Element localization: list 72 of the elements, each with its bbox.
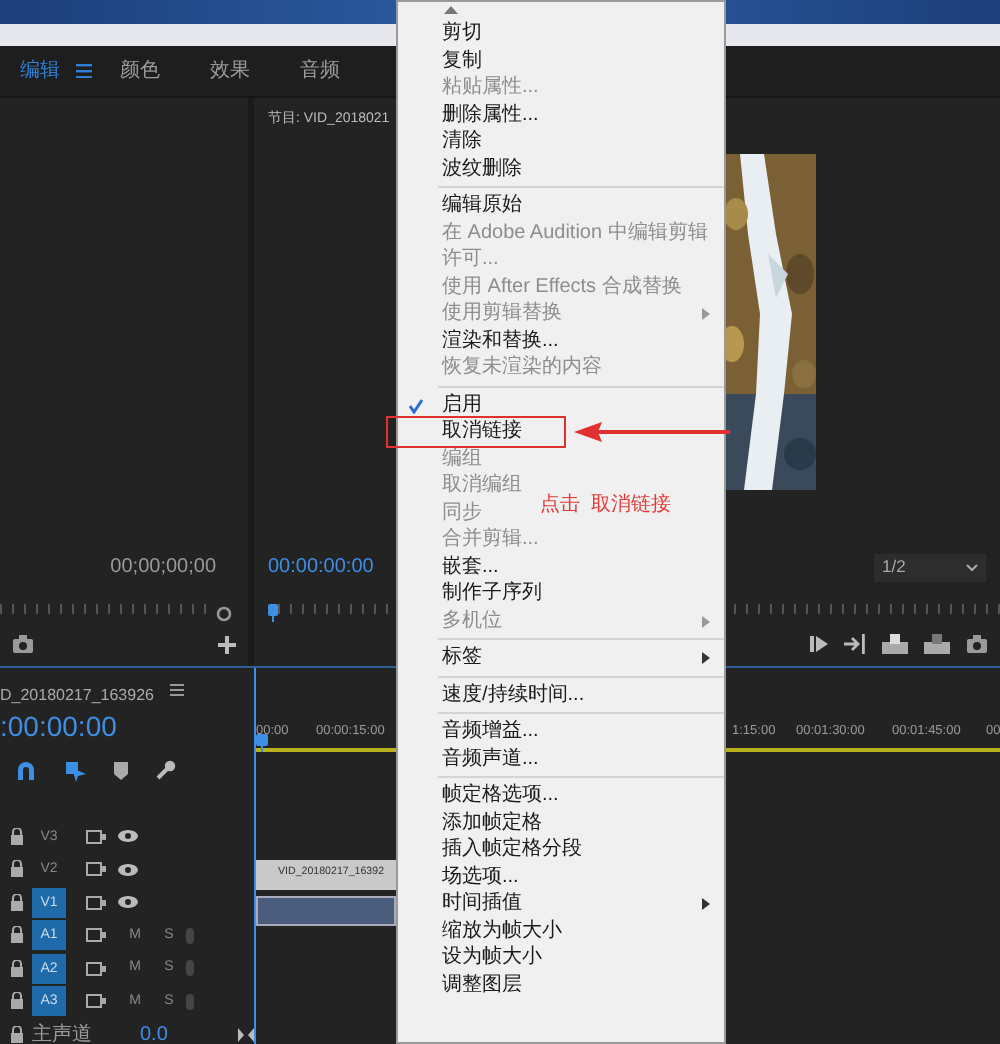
menu-item[interactable]: 时间插值 [442,892,522,914]
arrow-icon [574,422,730,442]
menu-item[interactable]: 速度/持续时间... [442,683,585,705]
menu-item[interactable]: 音频声道... [442,747,539,769]
menu-icon[interactable] [169,684,184,696]
menu-item[interactable]: 插入帧定格分段 [442,838,582,860]
menu-item[interactable]: 删除属性... [442,103,539,125]
timecode: :00:00:00 [0,708,119,744]
lock-icon[interactable] [10,827,24,846]
lift-icon[interactable] [882,634,908,654]
menu-item[interactable]: 渲染和替换... [442,329,559,351]
camera-icon[interactable] [966,634,988,654]
eye-icon[interactable] [118,896,138,909]
workspace-tab[interactable]: 效果 [210,56,300,86]
workspace-tab[interactable]: 音频 [300,56,390,86]
eye-icon[interactable] [118,863,138,876]
menu-icon[interactable] [76,64,92,78]
timecode: 00:00:00:00 [268,554,374,582]
step-forward-icon[interactable] [810,634,828,654]
toggle-output-icon[interactable] [86,928,106,943]
menu-item[interactable]: 帧定格选项... [442,784,559,806]
menu-item[interactable]: 设为帧大小 [442,946,542,968]
camera-icon[interactable] [12,634,34,654]
extract-icon[interactable] [924,634,950,654]
menu-item[interactable]: 添加帧定格 [442,811,542,833]
fit-icon[interactable] [238,1027,254,1042]
menu-item[interactable]: 编辑原始 [442,194,522,216]
timecode: 00;00;00;00 [110,554,216,582]
menu-item[interactable]: 制作子序列 [442,582,542,604]
toggle-output-icon[interactable] [86,961,106,976]
toggle-output-icon[interactable] [86,829,106,844]
menu-item[interactable]: 调整图层 [442,973,522,995]
menu-item[interactable]: 嵌套... [442,555,499,577]
plus-icon[interactable] [218,635,236,653]
lock-icon[interactable] [10,959,24,978]
lock-icon[interactable] [10,926,24,945]
master-track-label: 主声道 [32,1021,92,1044]
menu-item[interactable]: 清除 [442,130,482,152]
lock-icon[interactable] [10,1025,24,1044]
menu-item[interactable]: 场选项... [442,865,519,887]
workspace-tab[interactable]: 颜色 [120,56,210,86]
playhead-circle-icon[interactable] [216,606,232,622]
playhead-icon[interactable] [256,734,268,752]
workspace-tab[interactable]: 编辑 [20,56,60,86]
chevron-down-icon [966,563,978,571]
scroll-up-icon[interactable] [444,6,458,14]
audio-clip[interactable] [256,896,396,926]
linked-selection-icon[interactable] [64,759,86,781]
marker-icon[interactable] [114,761,128,779]
menu-item[interactable]: 缩放为帧大小 [442,919,562,941]
toggle-output-icon[interactable] [86,862,106,877]
volume-value: 0.0 [140,1021,168,1044]
menu-item[interactable]: 剪切 [442,22,482,44]
sequence-title: D_20180217_163926 [0,684,154,708]
menu-item[interactable]: 波纹删除 [442,157,522,179]
toggle-output-icon[interactable] [86,895,106,910]
wrench-icon[interactable] [156,760,176,780]
annotation-text: 点击 取消链接 [540,491,672,520]
toggle-output-icon[interactable] [86,994,106,1009]
menu-item[interactable]: 音频增益... [442,720,539,742]
lock-icon[interactable] [10,860,24,879]
eye-icon[interactable] [118,830,138,843]
menu-item[interactable]: 取消链接 [386,416,566,448]
playhead-icon[interactable] [268,604,278,622]
menu-item[interactable]: 复制 [442,49,482,71]
menu-item[interactable]: 启用 [442,393,482,415]
lock-icon[interactable] [10,893,24,912]
magnet-icon[interactable] [16,760,36,780]
zoom-dropdown[interactable]: 1/2 [874,553,986,581]
lock-icon[interactable] [10,992,24,1011]
menu-item[interactable]: 标签 [442,646,482,668]
go-to-out-icon[interactable] [844,634,866,654]
